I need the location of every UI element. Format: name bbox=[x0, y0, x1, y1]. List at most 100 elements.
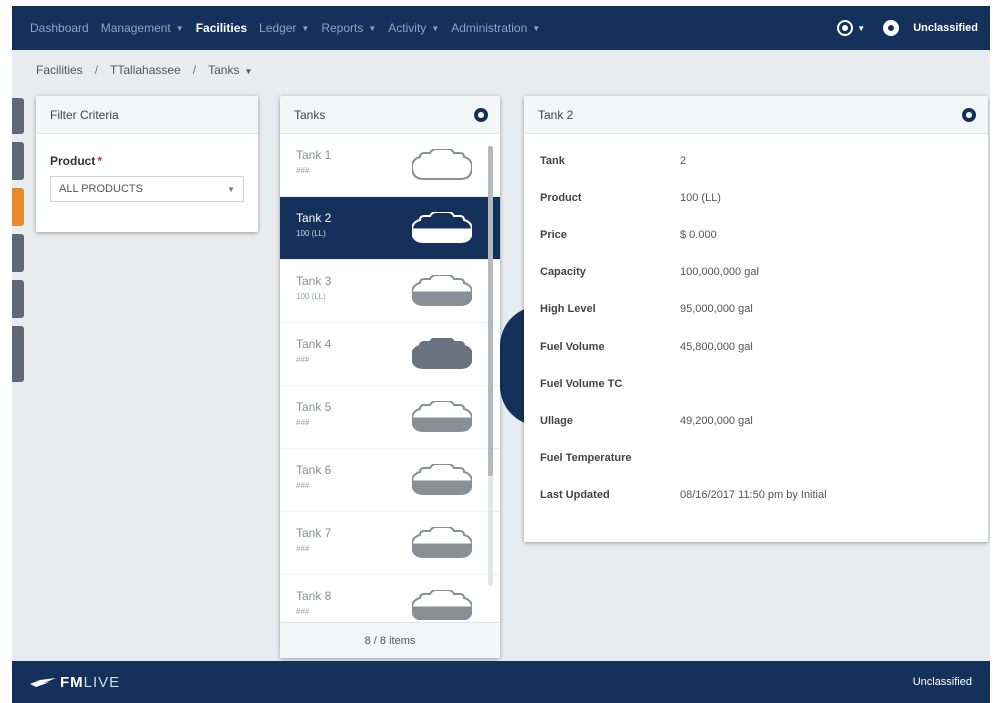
footer-classification: Unclassified bbox=[912, 676, 972, 688]
detail-action-icon[interactable] bbox=[962, 108, 976, 122]
nav-item-label: Ledger bbox=[259, 21, 297, 35]
detail-value: 100,000,000 gal bbox=[680, 266, 759, 279]
chevron-down-icon: ▼ bbox=[532, 23, 541, 33]
side-tab-active[interactable] bbox=[12, 188, 24, 226]
brand-logo: FMLIVE bbox=[30, 674, 120, 691]
tank-list-item[interactable]: Tank 6 ### bbox=[280, 449, 500, 512]
app-window: Dashboard Management ▼ Facilities Ledger ▼ Rep… bbox=[12, 6, 990, 703]
side-tab-2[interactable] bbox=[12, 142, 24, 180]
tanks-panel-footer: 8 / 8 items bbox=[280, 622, 500, 658]
detail-value: 08/16/2017 11:50 pm by Initial bbox=[680, 489, 827, 502]
side-tab-5[interactable] bbox=[12, 280, 24, 318]
chevron-down-icon: ▼ bbox=[175, 23, 184, 33]
detail-row: Fuel Volume 45,800,000 gal bbox=[540, 328, 972, 365]
detail-key: Capacity bbox=[540, 266, 586, 279]
side-tab-6[interactable] bbox=[12, 326, 24, 382]
tank-list: Tank 1 ### Tank 2 100 (LL) Tank 3 100 (LL) Tan… bbox=[280, 134, 500, 620]
chevron-down-icon: ▼ bbox=[244, 67, 253, 76]
detail-table: Tank 2 Product 100 (LL) Price $ 0.000 Capacity… bbox=[524, 134, 988, 522]
detail-key: Ullage bbox=[540, 414, 574, 427]
top-navbar: Dashboard Management ▼ Facilities Ledger ▼ Rep… bbox=[12, 6, 990, 50]
chevron-down-icon: ▼ bbox=[368, 23, 377, 33]
detail-row: Capacity 100,000,000 gal bbox=[540, 254, 972, 291]
nav-item-label: Reports bbox=[321, 21, 364, 35]
tank-icon bbox=[412, 590, 472, 620]
breadcrumb-tanks[interactable]: Tanks ▼ bbox=[208, 63, 252, 77]
tank-icon bbox=[412, 275, 472, 306]
tank-list-item[interactable]: Tank 5 ### bbox=[280, 386, 500, 449]
side-tab-4[interactable] bbox=[12, 234, 24, 272]
product-select[interactable]: ALL PRODUCTS ▼ bbox=[50, 176, 244, 202]
tank-icon bbox=[412, 464, 472, 495]
nav-item-facilities[interactable]: Facilities bbox=[196, 21, 247, 35]
nav-item-activity[interactable]: Activity ▼ bbox=[388, 21, 439, 35]
required-mark: * bbox=[97, 154, 103, 168]
tank-list-item[interactable]: Tank 2 100 (LL) bbox=[280, 197, 500, 260]
breadcrumb-separator: / bbox=[94, 63, 99, 77]
detail-value: 49,200,000 gal bbox=[680, 414, 753, 427]
chevron-down-icon: ▼ bbox=[301, 23, 310, 33]
chevron-down-icon: ▼ bbox=[431, 23, 440, 33]
product-label: Product * bbox=[50, 154, 244, 168]
product-label-text: Product bbox=[50, 154, 96, 168]
detail-value: 100 (LL) bbox=[680, 191, 721, 204]
product-select-value: ALL PRODUCTS bbox=[59, 183, 143, 195]
nav-item-ledger[interactable]: Ledger ▼ bbox=[259, 21, 309, 35]
tank-list-item[interactable]: Tank 8 ### bbox=[280, 575, 500, 620]
detail-key: Fuel Volume bbox=[540, 340, 605, 353]
nav-menu: Dashboard Management ▼ Facilities Ledger ▼ Rep… bbox=[30, 21, 552, 35]
nav-item-label: Activity bbox=[388, 21, 427, 35]
nav-item-label: Facilities bbox=[195, 21, 248, 35]
tank-icon bbox=[412, 527, 472, 558]
add-tank-icon[interactable] bbox=[474, 108, 488, 122]
breadcrumb-facilities[interactable]: Facilities bbox=[36, 63, 83, 77]
user-icon[interactable] bbox=[837, 20, 854, 36]
tank-list-item[interactable]: Tank 4 ### bbox=[280, 323, 500, 386]
scrollbar-thumb[interactable] bbox=[488, 146, 493, 476]
detail-row: Fuel Temperature bbox=[540, 440, 972, 477]
detail-value: 95,000,000 gal bbox=[680, 303, 753, 316]
detail-key: High Level bbox=[540, 303, 596, 316]
detail-key: Product bbox=[540, 191, 582, 204]
tank-list-item[interactable]: Tank 1 ### bbox=[280, 134, 500, 197]
filter-panel-header: Filter Criteria bbox=[36, 96, 258, 134]
detail-row: Price $ 0.000 bbox=[540, 216, 972, 253]
app-footer: FMLIVE Unclassified bbox=[12, 661, 990, 703]
detail-row: Tank 2 bbox=[540, 142, 972, 179]
detail-panel-header: Tank 2 bbox=[524, 96, 988, 134]
side-tab-1[interactable] bbox=[12, 98, 24, 134]
gear-icon[interactable] bbox=[883, 20, 900, 36]
detail-row: Fuel Volume TC bbox=[540, 365, 972, 402]
tank-list-item[interactable]: Tank 7 ### bbox=[280, 512, 500, 575]
nav-right: ▼ Unclassified bbox=[837, 20, 990, 36]
tank-fill-level bbox=[412, 606, 472, 620]
brand-bold: FM bbox=[60, 673, 84, 691]
nav-item-label: Management bbox=[100, 21, 171, 35]
detail-row: Ullage 49,200,000 gal bbox=[540, 402, 972, 439]
user-menu-caret-icon[interactable]: ▼ bbox=[857, 24, 865, 33]
detail-value: 2 bbox=[680, 154, 687, 167]
tank-list-scrollbar[interactable] bbox=[488, 146, 493, 586]
detail-key: Price bbox=[540, 228, 567, 241]
nav-item-management[interactable]: Management ▼ bbox=[101, 21, 184, 35]
nav-item-administration[interactable]: Administration ▼ bbox=[451, 21, 540, 35]
classification-label: Unclassified bbox=[913, 22, 978, 34]
detail-value: 45,800,000 gal bbox=[680, 340, 753, 353]
breadcrumb-tanks-label: Tanks bbox=[208, 63, 240, 77]
breadcrumb-facility[interactable]: TTallahassee bbox=[110, 63, 181, 77]
nav-item-dashboard[interactable]: Dashboard bbox=[30, 21, 89, 35]
tank-list-item[interactable]: Tank 3 100 (LL) bbox=[280, 260, 500, 323]
detail-row: Last Updated 08/16/2017 11:50 pm by Initi… bbox=[540, 477, 972, 514]
detail-panel-title: Tank 2 bbox=[538, 107, 574, 122]
breadcrumb: Facilities / TTallahassee / Tanks ▼ bbox=[12, 50, 990, 90]
brand-mark-icon bbox=[30, 678, 56, 687]
tank-icon bbox=[412, 401, 472, 432]
filter-criteria-panel: Filter Criteria Product * ALL PRODUCTS ▼ bbox=[36, 96, 258, 232]
tank-outline bbox=[412, 149, 472, 180]
nav-item-label: Administration bbox=[451, 21, 528, 35]
nav-item-reports[interactable]: Reports ▼ bbox=[321, 21, 376, 35]
tank-icon bbox=[412, 212, 472, 243]
tank-icon bbox=[412, 149, 472, 180]
tank-detail-panel: Tank 2 Tank 2 Product 100 (LL) Price $ 0.000 C… bbox=[524, 96, 988, 542]
tanks-panel-header: Tanks bbox=[280, 96, 500, 134]
